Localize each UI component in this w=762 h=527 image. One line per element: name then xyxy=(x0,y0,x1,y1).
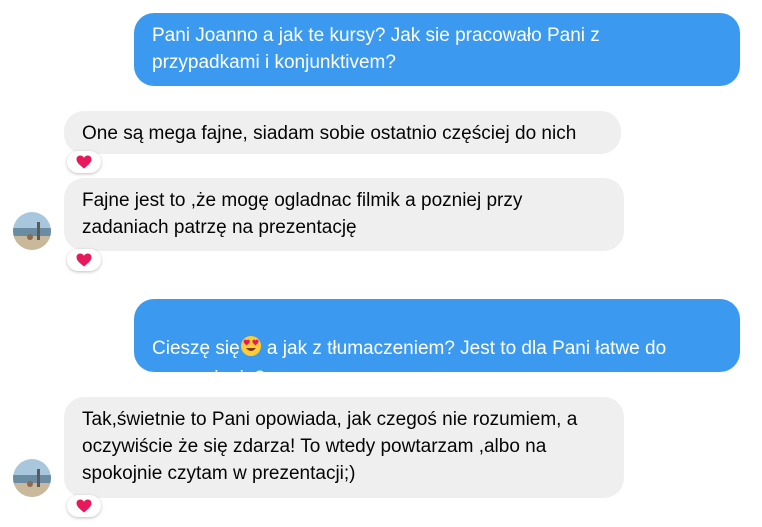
message-bubble-received[interactable]: Fajne jest to ,że mogę ogladnac filmik a… xyxy=(64,178,624,251)
heart-eyes-emoji xyxy=(240,335,262,365)
avatar-image xyxy=(13,459,51,497)
heart-icon xyxy=(76,499,92,513)
reaction-badge[interactable] xyxy=(67,249,101,271)
heart-icon xyxy=(76,155,92,169)
avatar-image xyxy=(13,212,51,250)
avatar[interactable] xyxy=(13,212,51,250)
message-bubble-sent[interactable]: Cieszę się a jak z tłumaczeniem? Jest to… xyxy=(134,299,740,389)
message-bubble-received[interactable]: Tak,świetnie to Pani opowiada, jak czego… xyxy=(64,397,624,498)
message-bubble-sent[interactable]: Pani Joanno a jak te kursy? Jak sie prac… xyxy=(134,13,740,86)
reaction-badge[interactable] xyxy=(67,151,101,173)
heart-icon xyxy=(76,253,92,267)
message-text: Cieszę się xyxy=(152,338,240,359)
message-bubble-received[interactable]: One są mega fajne, siadam sobie ostatnio… xyxy=(64,111,621,154)
reaction-badge[interactable] xyxy=(67,495,101,517)
avatar[interactable] xyxy=(13,459,51,497)
